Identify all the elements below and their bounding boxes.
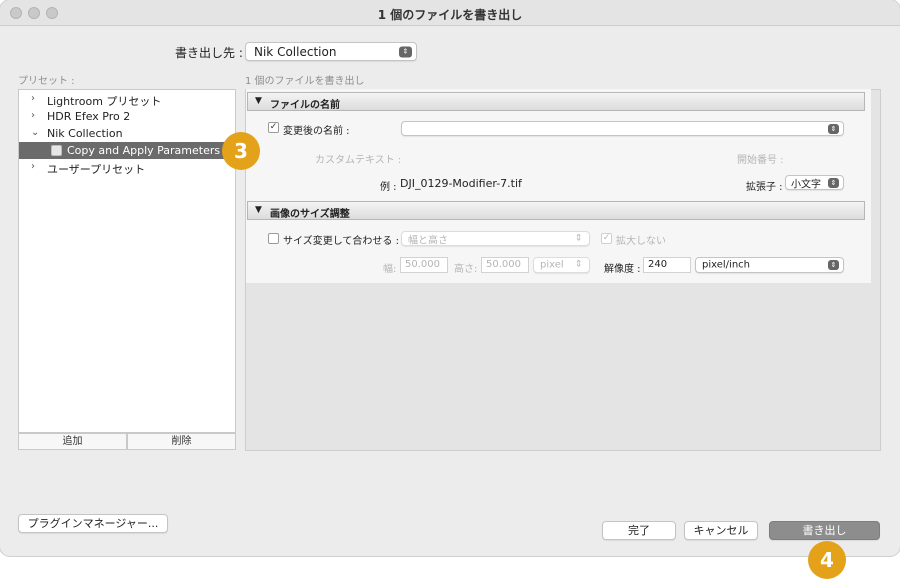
- window-title: 1 個のファイルを書き出し: [377, 8, 523, 22]
- resolution-field[interactable]: 240: [643, 257, 691, 273]
- resolution-unit-select[interactable]: pixel/inch ⇕: [695, 257, 844, 273]
- preset-label: Copy and Apply Parameters: [67, 144, 221, 157]
- rename-checkbox[interactable]: ✓: [268, 122, 279, 133]
- custom-text-label: カスタムテキスト :: [315, 155, 402, 166]
- disclosure-triangle-icon: ▼: [255, 205, 262, 215]
- step-badge-presets: 3: [222, 132, 260, 170]
- select-stepper-icon: ⇕: [574, 259, 583, 270]
- main-subtitle: 1 個のファイルを書き出し: [245, 76, 365, 87]
- presets-header: プリセット :: [18, 76, 75, 87]
- resize-mode-value: 幅と高さ: [408, 235, 448, 246]
- extension-label: 拡張子 :: [746, 182, 783, 193]
- resolution-label: 解像度 :: [604, 264, 641, 275]
- step-badge-export: 4: [808, 541, 846, 579]
- preset-list: › Lightroom プリセット › HDR Efex Pro 2 ⌄ Nik…: [18, 89, 236, 433]
- cancel-button[interactable]: キャンセル: [684, 521, 758, 540]
- select-stepper-icon: ⇕: [574, 233, 583, 243]
- chevron-down-icon[interactable]: ⌄: [31, 127, 39, 138]
- chevron-right-icon[interactable]: ›: [31, 161, 35, 172]
- resize-section-header[interactable]: ▼ 画像のサイズ調整: [247, 201, 865, 220]
- title-bar: 1 個のファイルを書き出し: [0, 0, 900, 26]
- select-stepper-icon: ⇕: [399, 46, 412, 57]
- unit-value: pixel: [540, 259, 564, 271]
- extension-value: 小文字: [791, 179, 821, 190]
- select-stepper-icon: ⇕: [828, 260, 839, 270]
- destination-label: 書き出し先 :: [175, 46, 243, 60]
- preset-label: ユーザープリセット: [47, 163, 146, 176]
- export-button[interactable]: 書き出し: [769, 521, 880, 540]
- no-enlarge-checkbox[interactable]: ✓: [601, 233, 612, 244]
- rename-template-select[interactable]: ⇕: [401, 121, 844, 136]
- plugin-manager-button[interactable]: プラグインマネージャー...: [18, 514, 168, 533]
- select-stepper-icon: ⇕: [828, 123, 839, 134]
- example-label: 例 :: [380, 182, 397, 193]
- preset-label: Lightroom プリセット: [47, 95, 162, 108]
- chevron-right-icon[interactable]: ›: [31, 93, 35, 104]
- example-filename: DJI_0129-Modifier-7.tif: [400, 177, 522, 190]
- preset-item-copy-apply[interactable]: Copy and Apply Parameters: [19, 142, 235, 159]
- destination-select[interactable]: Nik Collection ⇕: [245, 42, 417, 61]
- done-button[interactable]: 完了: [602, 521, 676, 540]
- start-number-label: 開始番号 :: [737, 155, 784, 166]
- preset-buttons: 追加 削除: [18, 433, 236, 450]
- select-stepper-icon: ⇕: [828, 177, 839, 188]
- section-title: 画像のサイズ調整: [270, 209, 350, 220]
- disclosure-triangle-icon: ▼: [255, 96, 262, 106]
- width-field[interactable]: 50.000: [400, 257, 448, 273]
- resize-fit-label: サイズ変更して合わせる :: [283, 236, 399, 247]
- height-field[interactable]: 50.000: [481, 257, 529, 273]
- chevron-right-icon[interactable]: ›: [31, 110, 35, 121]
- preset-label: HDR Efex Pro 2: [47, 110, 131, 123]
- delete-preset-button[interactable]: 削除: [127, 433, 236, 450]
- destination-value: Nik Collection: [254, 44, 337, 59]
- preset-checkbox[interactable]: [51, 145, 62, 156]
- preset-item-nik-collection[interactable]: ⌄ Nik Collection: [19, 125, 235, 142]
- width-label: 幅:: [383, 264, 397, 275]
- resolution-unit-value: pixel/inch: [702, 259, 750, 271]
- no-enlarge-label: 拡大しない: [616, 236, 666, 247]
- extension-select[interactable]: 小文字 ⇕: [785, 175, 844, 190]
- height-label: 高さ:: [454, 264, 478, 275]
- file-name-section-header[interactable]: ▼ ファイルの名前: [247, 92, 865, 111]
- resize-mode-select[interactable]: 幅と高さ ⇕: [401, 231, 590, 246]
- preset-label: Nik Collection: [47, 127, 123, 140]
- resize-fit-checkbox[interactable]: [268, 233, 279, 244]
- add-preset-button[interactable]: 追加: [18, 433, 127, 450]
- export-dialog: 1 個のファイルを書き出し 書き出し先 : Nik Collection ⇕ プ…: [0, 0, 900, 556]
- section-title: ファイルの名前: [270, 100, 340, 111]
- unit-select[interactable]: pixel ⇕: [533, 257, 590, 273]
- preset-item-user-presets[interactable]: › ユーザープリセット: [19, 159, 235, 176]
- rename-label: 変更後の名前 :: [283, 126, 350, 137]
- preset-item-hdr-efex[interactable]: › HDR Efex Pro 2: [19, 108, 235, 125]
- preset-item-lightroom[interactable]: › Lightroom プリセット: [19, 91, 235, 108]
